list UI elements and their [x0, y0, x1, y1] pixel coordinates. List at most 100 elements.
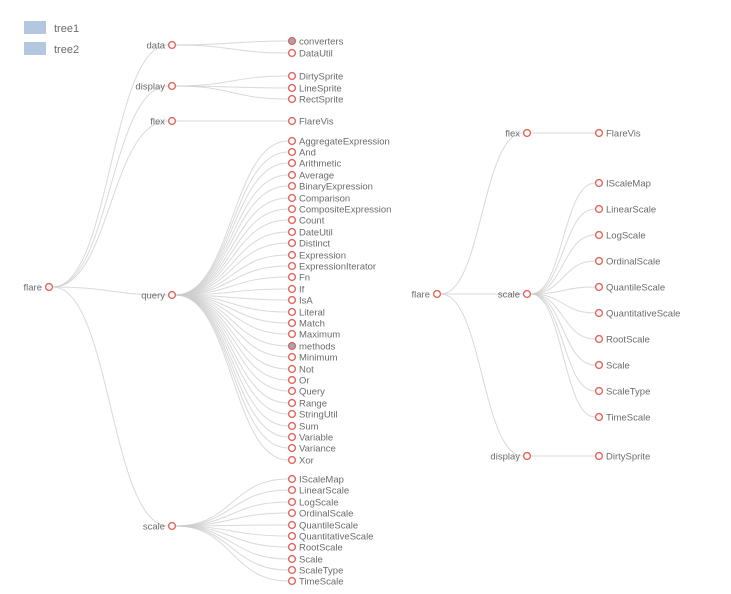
- node-marker-datautil[interactable]: [287, 48, 297, 58]
- tree-node[interactable]: ScaleType: [287, 565, 344, 576]
- node-marker-rootscale[interactable]: [287, 542, 297, 552]
- tree-node[interactable]: OrdinalScale: [594, 256, 661, 267]
- node-marker-variance[interactable]: [287, 443, 297, 453]
- tree-node[interactable]: LogScale: [594, 230, 646, 241]
- tree-node[interactable]: QuantitativeScale: [287, 531, 374, 542]
- node-marker-expression[interactable]: [287, 250, 297, 260]
- node-marker-converters[interactable]: [287, 36, 297, 46]
- tree-node[interactable]: Variable: [287, 432, 334, 443]
- tree-node[interactable]: Maximum: [287, 329, 341, 340]
- node-marker-query[interactable]: [287, 386, 297, 396]
- node-marker-dirtysprite[interactable]: [594, 451, 604, 461]
- tree-node[interactable]: QuantileScale: [594, 282, 666, 293]
- node-marker-not[interactable]: [287, 364, 297, 374]
- node-marker-arithmetic[interactable]: [287, 158, 297, 168]
- node-marker-display[interactable]: [522, 451, 532, 461]
- tree-node[interactable]: methods: [287, 341, 336, 352]
- node-marker-compositeexpression[interactable]: [287, 204, 297, 214]
- node-marker-sum[interactable]: [287, 421, 297, 431]
- tree-node[interactable]: Range: [287, 398, 327, 409]
- tree-node[interactable]: Sum: [287, 421, 319, 432]
- tree-node[interactable]: Distinct: [287, 238, 331, 249]
- tree-node[interactable]: IScaleMap: [287, 474, 344, 485]
- node-marker-count[interactable]: [287, 215, 297, 225]
- tree-node[interactable]: display: [135, 81, 177, 92]
- tree-node[interactable]: Expression: [287, 250, 346, 261]
- tree-node[interactable]: ScaleType: [594, 386, 651, 397]
- tree-node[interactable]: RootScale: [594, 334, 650, 345]
- tree-node[interactable]: IScaleMap: [594, 178, 651, 189]
- node-marker-logscale[interactable]: [287, 497, 297, 507]
- node-marker-average[interactable]: [287, 170, 297, 180]
- node-marker-comparison[interactable]: [287, 193, 297, 203]
- tree-node[interactable]: Xor: [287, 455, 314, 466]
- tree-node[interactable]: Arithmetic: [287, 158, 342, 169]
- node-marker-distinct[interactable]: [287, 238, 297, 248]
- tree-node[interactable]: AggregateExpression: [287, 136, 390, 147]
- node-marker-quantitativescale[interactable]: [287, 531, 297, 541]
- tree-node[interactable]: Query: [287, 386, 326, 397]
- tree-node[interactable]: Average: [287, 170, 335, 181]
- node-marker-query[interactable]: [167, 290, 177, 300]
- legend-item-tree1[interactable]: tree1: [24, 21, 79, 35]
- node-marker-linearscale[interactable]: [594, 204, 604, 214]
- tree-node[interactable]: Literal: [287, 307, 325, 318]
- tree-node[interactable]: Scale: [594, 360, 630, 371]
- tree-node[interactable]: QuantitativeScale: [594, 308, 681, 319]
- node-marker-display[interactable]: [167, 81, 177, 91]
- node-marker-iscalemap[interactable]: [594, 178, 604, 188]
- node-marker-rectsprite[interactable]: [287, 94, 297, 104]
- node-marker-expressioniterator[interactable]: [287, 261, 297, 271]
- tree-node[interactable]: Match: [287, 318, 325, 329]
- node-marker-flare[interactable]: [44, 282, 54, 292]
- tree-node[interactable]: Comparison: [287, 193, 351, 204]
- node-marker-dateutil[interactable]: [287, 227, 297, 237]
- tree-node[interactable]: scale: [143, 521, 177, 532]
- node-marker-scaletype[interactable]: [287, 565, 297, 575]
- node-marker-rootscale[interactable]: [594, 334, 604, 344]
- tree-node[interactable]: Fn: [287, 272, 310, 283]
- node-marker-linesprite[interactable]: [287, 83, 297, 93]
- tree-node[interactable]: OrdinalScale: [287, 508, 354, 519]
- node-marker-scaletype[interactable]: [594, 386, 604, 396]
- node-marker-quantilescale[interactable]: [287, 520, 297, 530]
- node-marker-literal[interactable]: [287, 307, 297, 317]
- node-marker-scale[interactable]: [287, 554, 297, 564]
- node-marker-linearscale[interactable]: [287, 485, 297, 495]
- tree-node[interactable]: DataUtil: [287, 48, 333, 59]
- node-marker-iscalemap[interactable]: [287, 474, 297, 484]
- node-marker-binaryexpression[interactable]: [287, 181, 297, 191]
- tree-node[interactable]: RootScale: [287, 542, 343, 553]
- node-marker-methods[interactable]: [287, 341, 297, 351]
- node-marker-timescale[interactable]: [594, 412, 604, 422]
- legend-item-tree2[interactable]: tree2: [24, 42, 79, 56]
- node-marker-range[interactable]: [287, 398, 297, 408]
- tree-node[interactable]: flare: [412, 289, 442, 300]
- node-marker-fn[interactable]: [287, 272, 297, 282]
- tree-node[interactable]: FlareVis: [287, 116, 334, 127]
- node-marker-xor[interactable]: [287, 455, 297, 465]
- tree-node[interactable]: Count: [287, 215, 325, 226]
- tree-node[interactable]: FlareVis: [594, 128, 641, 139]
- tree-node[interactable]: DirtySprite: [594, 451, 651, 462]
- tree-node[interactable]: Scale: [287, 554, 323, 565]
- tree-node[interactable]: display: [490, 451, 532, 462]
- node-marker-ordinalscale[interactable]: [287, 508, 297, 518]
- tree-node[interactable]: LogScale: [287, 497, 339, 508]
- tree-node[interactable]: IsA: [287, 295, 314, 306]
- node-marker-and[interactable]: [287, 147, 297, 157]
- node-marker-flarevis[interactable]: [594, 128, 604, 138]
- node-marker-scale[interactable]: [522, 289, 532, 299]
- tree-node[interactable]: TimeScale: [287, 576, 344, 587]
- tree-node[interactable]: flare: [24, 282, 54, 293]
- node-marker-data[interactable]: [167, 40, 177, 50]
- node-marker-maximum[interactable]: [287, 329, 297, 339]
- node-marker-scale[interactable]: [594, 360, 604, 370]
- tree-node[interactable]: query: [141, 290, 177, 301]
- node-marker-variable[interactable]: [287, 432, 297, 442]
- tree-node[interactable]: StringUtil: [287, 409, 338, 420]
- tree-node[interactable]: flex: [505, 128, 532, 139]
- node-marker-flex[interactable]: [522, 128, 532, 138]
- tree-node[interactable]: scale: [498, 289, 532, 300]
- tree-node[interactable]: LineSprite: [287, 83, 342, 94]
